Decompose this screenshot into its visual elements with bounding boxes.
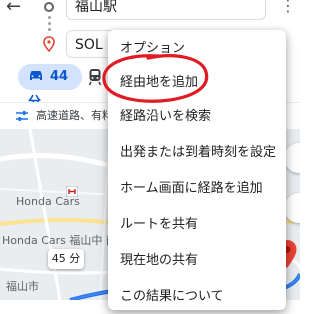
menu-item-about-results[interactable]: この結果について	[108, 280, 286, 314]
car-icon	[30, 71, 42, 80]
map-label-city: 福山市	[6, 280, 39, 293]
menu-item-options[interactable]: オプション	[108, 32, 286, 66]
menu-item-set-time[interactable]: 出発または到着時刻を設定	[108, 136, 286, 170]
route-options-text: 高速道路、有料	[36, 109, 113, 122]
menu-item-search-along-route[interactable]: 経路沿いを検索	[108, 100, 286, 134]
origin-circle-icon	[44, 2, 54, 12]
menu-item-share-route[interactable]: ルートを共有	[108, 208, 286, 242]
map-label-honda: Honda Cars	[16, 195, 80, 208]
destination-pin-icon	[43, 36, 55, 52]
back-arrow-icon[interactable]: ←	[6, 0, 32, 17]
route-dot-icon	[48, 16, 51, 19]
menu-item-add-to-home[interactable]: ホーム画面に経路を追加	[108, 172, 286, 206]
menu-item-share-location[interactable]: 現在地の共有	[108, 244, 286, 278]
route-dot-icon	[48, 28, 51, 31]
mode-car-chip[interactable]: 44 分	[18, 64, 82, 110]
more-options-icon[interactable]: ⋮	[280, 0, 296, 16]
tune-icon	[16, 111, 28, 121]
overflow-menu: オプション 経由地を追加 経路沿いを検索 出発または到着時刻を設定 ホーム画面に…	[108, 30, 286, 310]
menu-item-add-stop[interactable]: 経由地を追加	[108, 66, 286, 100]
route-dot-icon	[48, 22, 51, 25]
origin-input[interactable]: 福山駅	[66, 0, 266, 20]
transit-icon[interactable]	[88, 68, 102, 86]
route-duration-chip[interactable]: 45 分	[48, 249, 84, 269]
